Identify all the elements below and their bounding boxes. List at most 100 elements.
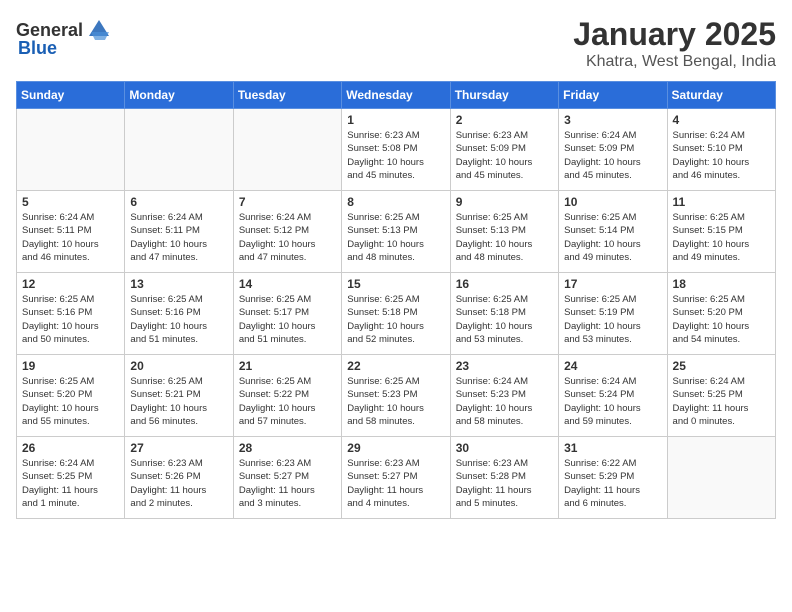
day-info: Sunrise: 6:24 AM Sunset: 5:25 PM Dayligh… xyxy=(673,375,770,428)
calendar-cell: 16 Sunrise: 6:25 AM Sunset: 5:18 PM Dayli… xyxy=(450,273,558,355)
day-info: Sunrise: 6:25 AM Sunset: 5:14 PM Dayligh… xyxy=(564,211,661,264)
day-info: Sunrise: 6:25 AM Sunset: 5:16 PM Dayligh… xyxy=(130,293,227,346)
day-info: Sunrise: 6:25 AM Sunset: 5:15 PM Dayligh… xyxy=(673,211,770,264)
day-number: 9 xyxy=(456,195,553,209)
calendar-cell: 27 Sunrise: 6:23 AM Sunset: 5:26 PM Dayli… xyxy=(125,437,233,519)
day-number: 2 xyxy=(456,113,553,127)
day-number: 21 xyxy=(239,359,336,373)
calendar-cell: 8 Sunrise: 6:25 AM Sunset: 5:13 PM Daylig… xyxy=(342,191,450,273)
calendar-cell: 13 Sunrise: 6:25 AM Sunset: 5:16 PM Dayli… xyxy=(125,273,233,355)
calendar-table: SundayMondayTuesdayWednesdayThursdayFrid… xyxy=(16,81,776,519)
calendar-cell: 6 Sunrise: 6:24 AM Sunset: 5:11 PM Daylig… xyxy=(125,191,233,273)
calendar-cell xyxy=(667,437,775,519)
day-info: Sunrise: 6:25 AM Sunset: 5:21 PM Dayligh… xyxy=(130,375,227,428)
header-row: SundayMondayTuesdayWednesdayThursdayFrid… xyxy=(17,82,776,109)
day-number: 18 xyxy=(673,277,770,291)
title-block: January 2025 Khatra, West Bengal, India xyxy=(573,16,776,71)
week-row-5: 26 Sunrise: 6:24 AM Sunset: 5:25 PM Dayli… xyxy=(17,437,776,519)
calendar-title: January 2025 xyxy=(573,16,776,53)
day-header-saturday: Saturday xyxy=(667,82,775,109)
day-info: Sunrise: 6:25 AM Sunset: 5:18 PM Dayligh… xyxy=(456,293,553,346)
week-row-3: 12 Sunrise: 6:25 AM Sunset: 5:16 PM Dayli… xyxy=(17,273,776,355)
calendar-cell: 12 Sunrise: 6:25 AM Sunset: 5:16 PM Dayli… xyxy=(17,273,125,355)
day-header-thursday: Thursday xyxy=(450,82,558,109)
day-number: 31 xyxy=(564,441,661,455)
day-info: Sunrise: 6:23 AM Sunset: 5:28 PM Dayligh… xyxy=(456,457,553,510)
day-info: Sunrise: 6:24 AM Sunset: 5:25 PM Dayligh… xyxy=(22,457,119,510)
day-number: 12 xyxy=(22,277,119,291)
calendar-cell: 14 Sunrise: 6:25 AM Sunset: 5:17 PM Dayli… xyxy=(233,273,341,355)
day-number: 1 xyxy=(347,113,444,127)
calendar-cell: 20 Sunrise: 6:25 AM Sunset: 5:21 PM Dayli… xyxy=(125,355,233,437)
calendar-cell xyxy=(17,109,125,191)
day-info: Sunrise: 6:24 AM Sunset: 5:11 PM Dayligh… xyxy=(130,211,227,264)
day-info: Sunrise: 6:23 AM Sunset: 5:26 PM Dayligh… xyxy=(130,457,227,510)
day-info: Sunrise: 6:25 AM Sunset: 5:16 PM Dayligh… xyxy=(22,293,119,346)
day-info: Sunrise: 6:25 AM Sunset: 5:23 PM Dayligh… xyxy=(347,375,444,428)
calendar-cell: 29Sunrise: 6:23 AM Sunset: 5:27 PM Dayli… xyxy=(342,437,450,519)
calendar-cell: 7 Sunrise: 6:24 AM Sunset: 5:12 PM Daylig… xyxy=(233,191,341,273)
calendar-cell: 19 Sunrise: 6:25 AM Sunset: 5:20 PM Dayli… xyxy=(17,355,125,437)
calendar-cell: 15Sunrise: 6:25 AM Sunset: 5:18 PM Dayli… xyxy=(342,273,450,355)
day-info: Sunrise: 6:23 AM Sunset: 5:27 PM Dayligh… xyxy=(239,457,336,510)
week-row-1: 1 Sunrise: 6:23 AM Sunset: 5:08 PM Daylig… xyxy=(17,109,776,191)
week-row-4: 19 Sunrise: 6:25 AM Sunset: 5:20 PM Dayli… xyxy=(17,355,776,437)
calendar-cell xyxy=(233,109,341,191)
day-number: 15 xyxy=(347,277,444,291)
logo: General Blue xyxy=(16,16,113,59)
day-number: 4 xyxy=(673,113,770,127)
calendar-cell: 30Sunrise: 6:23 AM Sunset: 5:28 PM Dayli… xyxy=(450,437,558,519)
calendar-cell: 10 Sunrise: 6:25 AM Sunset: 5:14 PM Dayli… xyxy=(559,191,667,273)
day-header-tuesday: Tuesday xyxy=(233,82,341,109)
calendar-cell: 23 Sunrise: 6:24 AM Sunset: 5:23 PM Dayli… xyxy=(450,355,558,437)
day-info: Sunrise: 6:24 AM Sunset: 5:10 PM Dayligh… xyxy=(673,129,770,182)
calendar-cell: 1 Sunrise: 6:23 AM Sunset: 5:08 PM Daylig… xyxy=(342,109,450,191)
calendar-cell: 26 Sunrise: 6:24 AM Sunset: 5:25 PM Dayli… xyxy=(17,437,125,519)
day-info: Sunrise: 6:25 AM Sunset: 5:19 PM Dayligh… xyxy=(564,293,661,346)
calendar-cell: 11Sunrise: 6:25 AM Sunset: 5:15 PM Dayli… xyxy=(667,191,775,273)
day-number: 20 xyxy=(130,359,227,373)
day-number: 3 xyxy=(564,113,661,127)
day-number: 24 xyxy=(564,359,661,373)
day-info: Sunrise: 6:24 AM Sunset: 5:23 PM Dayligh… xyxy=(456,375,553,428)
day-number: 14 xyxy=(239,277,336,291)
day-number: 26 xyxy=(22,441,119,455)
day-info: Sunrise: 6:23 AM Sunset: 5:27 PM Dayligh… xyxy=(347,457,444,510)
day-info: Sunrise: 6:25 AM Sunset: 5:20 PM Dayligh… xyxy=(22,375,119,428)
day-number: 25 xyxy=(673,359,770,373)
calendar-cell xyxy=(125,109,233,191)
day-number: 27 xyxy=(130,441,227,455)
calendar-cell: 31Sunrise: 6:22 AM Sunset: 5:29 PM Dayli… xyxy=(559,437,667,519)
calendar-cell: 18 Sunrise: 6:25 AM Sunset: 5:20 PM Dayli… xyxy=(667,273,775,355)
day-info: Sunrise: 6:24 AM Sunset: 5:24 PM Dayligh… xyxy=(564,375,661,428)
logo-blue-text: Blue xyxy=(18,38,57,59)
day-info: Sunrise: 6:25 AM Sunset: 5:13 PM Dayligh… xyxy=(347,211,444,264)
day-header-sunday: Sunday xyxy=(17,82,125,109)
week-row-2: 5Sunrise: 6:24 AM Sunset: 5:11 PM Daylig… xyxy=(17,191,776,273)
day-info: Sunrise: 6:24 AM Sunset: 5:12 PM Dayligh… xyxy=(239,211,336,264)
day-number: 8 xyxy=(347,195,444,209)
calendar-cell: 2 Sunrise: 6:23 AM Sunset: 5:09 PM Daylig… xyxy=(450,109,558,191)
day-info: Sunrise: 6:24 AM Sunset: 5:11 PM Dayligh… xyxy=(22,211,119,264)
day-number: 13 xyxy=(130,277,227,291)
day-number: 19 xyxy=(22,359,119,373)
day-info: Sunrise: 6:25 AM Sunset: 5:20 PM Dayligh… xyxy=(673,293,770,346)
day-number: 10 xyxy=(564,195,661,209)
calendar-cell: 5Sunrise: 6:24 AM Sunset: 5:11 PM Daylig… xyxy=(17,191,125,273)
day-header-wednesday: Wednesday xyxy=(342,82,450,109)
day-number: 16 xyxy=(456,277,553,291)
calendar-subtitle: Khatra, West Bengal, India xyxy=(573,53,776,71)
calendar-cell: 28 Sunrise: 6:23 AM Sunset: 5:27 PM Dayli… xyxy=(233,437,341,519)
day-header-friday: Friday xyxy=(559,82,667,109)
day-number: 7 xyxy=(239,195,336,209)
day-number: 23 xyxy=(456,359,553,373)
day-info: Sunrise: 6:25 AM Sunset: 5:22 PM Dayligh… xyxy=(239,375,336,428)
day-header-monday: Monday xyxy=(125,82,233,109)
day-number: 22 xyxy=(347,359,444,373)
calendar-cell: 3Sunrise: 6:24 AM Sunset: 5:09 PM Daylig… xyxy=(559,109,667,191)
day-number: 6 xyxy=(130,195,227,209)
day-info: Sunrise: 6:23 AM Sunset: 5:09 PM Dayligh… xyxy=(456,129,553,182)
day-info: Sunrise: 6:25 AM Sunset: 5:17 PM Dayligh… xyxy=(239,293,336,346)
day-number: 28 xyxy=(239,441,336,455)
day-info: Sunrise: 6:23 AM Sunset: 5:08 PM Dayligh… xyxy=(347,129,444,182)
